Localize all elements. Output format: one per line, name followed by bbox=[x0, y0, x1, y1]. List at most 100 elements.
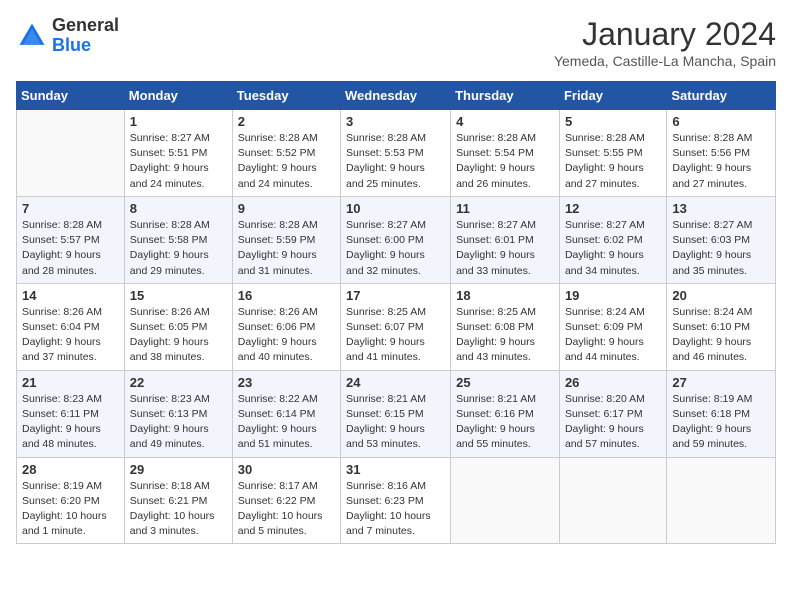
weekday-header-saturday: Saturday bbox=[667, 82, 776, 110]
day-number: 31 bbox=[346, 462, 445, 477]
calendar-cell bbox=[559, 457, 666, 544]
day-info: Sunrise: 8:22 AMSunset: 6:14 PMDaylight:… bbox=[238, 392, 335, 453]
logo-icon bbox=[16, 20, 48, 52]
day-info: Sunrise: 8:24 AMSunset: 6:09 PMDaylight:… bbox=[565, 305, 661, 366]
day-info: Sunrise: 8:17 AMSunset: 6:22 PMDaylight:… bbox=[238, 479, 335, 540]
week-row-1: 1 Sunrise: 8:27 AMSunset: 5:51 PMDaylight… bbox=[17, 110, 776, 197]
day-number: 11 bbox=[456, 201, 554, 216]
day-number: 15 bbox=[130, 288, 227, 303]
day-number: 28 bbox=[22, 462, 119, 477]
day-number: 12 bbox=[565, 201, 661, 216]
calendar-cell: 16 Sunrise: 8:26 AMSunset: 6:06 PMDayligh… bbox=[232, 283, 340, 370]
calendar-cell: 12Sunrise: 8:27 AMSunset: 6:02 PMDayligh… bbox=[559, 196, 666, 283]
week-row-5: 28 Sunrise: 8:19 AMSunset: 6:20 PMDayligh… bbox=[17, 457, 776, 544]
day-number: 25 bbox=[456, 375, 554, 390]
day-info: Sunrise: 8:28 AMSunset: 5:56 PMDaylight:… bbox=[672, 131, 770, 192]
day-info: Sunrise: 8:28 AMSunset: 5:54 PMDaylight:… bbox=[456, 131, 554, 192]
day-info: Sunrise: 8:21 AMSunset: 6:16 PMDaylight:… bbox=[456, 392, 554, 453]
day-info: Sunrise: 8:18 AMSunset: 6:21 PMDaylight:… bbox=[130, 479, 227, 540]
day-info: Sunrise: 8:27 AMSunset: 6:00 PMDaylight:… bbox=[346, 218, 445, 279]
calendar-cell: 10 Sunrise: 8:27 AMSunset: 6:00 PMDayligh… bbox=[341, 196, 451, 283]
day-info: Sunrise: 8:28 AMSunset: 5:58 PMDaylight:… bbox=[130, 218, 227, 279]
calendar-cell: 11Sunrise: 8:27 AMSunset: 6:01 PMDayligh… bbox=[451, 196, 560, 283]
weekday-header-tuesday: Tuesday bbox=[232, 82, 340, 110]
weekday-header-friday: Friday bbox=[559, 82, 666, 110]
week-row-2: 7Sunrise: 8:28 AMSunset: 5:57 PMDaylight… bbox=[17, 196, 776, 283]
day-number: 16 bbox=[238, 288, 335, 303]
calendar-cell: 22 Sunrise: 8:23 AMSunset: 6:13 PMDayligh… bbox=[124, 370, 232, 457]
calendar-cell: 23 Sunrise: 8:22 AMSunset: 6:14 PMDayligh… bbox=[232, 370, 340, 457]
day-info: Sunrise: 8:16 AMSunset: 6:23 PMDaylight:… bbox=[346, 479, 445, 540]
day-info: Sunrise: 8:28 AMSunset: 5:53 PMDaylight:… bbox=[346, 131, 445, 192]
calendar-cell: 5Sunrise: 8:28 AMSunset: 5:55 PMDaylight… bbox=[559, 110, 666, 197]
day-number: 19 bbox=[565, 288, 661, 303]
calendar-cell: 25 Sunrise: 8:21 AMSunset: 6:16 PMDayligh… bbox=[451, 370, 560, 457]
day-number: 9 bbox=[238, 201, 335, 216]
day-number: 10 bbox=[346, 201, 445, 216]
calendar-cell: 21Sunrise: 8:23 AMSunset: 6:11 PMDayligh… bbox=[17, 370, 125, 457]
logo-blue-text: Blue bbox=[52, 35, 91, 55]
calendar-cell: 18 Sunrise: 8:25 AMSunset: 6:08 PMDayligh… bbox=[451, 283, 560, 370]
calendar-cell: 3 Sunrise: 8:28 AMSunset: 5:53 PMDaylight… bbox=[341, 110, 451, 197]
day-info: Sunrise: 8:25 AMSunset: 6:07 PMDaylight:… bbox=[346, 305, 445, 366]
calendar-cell bbox=[667, 457, 776, 544]
day-info: Sunrise: 8:21 AMSunset: 6:15 PMDaylight:… bbox=[346, 392, 445, 453]
calendar-subtitle: Yemeda, Castille-La Mancha, Spain bbox=[554, 53, 776, 69]
day-number: 26 bbox=[565, 375, 661, 390]
weekday-header-sunday: Sunday bbox=[17, 82, 125, 110]
day-number: 30 bbox=[238, 462, 335, 477]
day-info: Sunrise: 8:28 AMSunset: 5:52 PMDaylight:… bbox=[238, 131, 335, 192]
calendar-cell: 20 Sunrise: 8:24 AMSunset: 6:10 PMDayligh… bbox=[667, 283, 776, 370]
calendar-cell: 27Sunrise: 8:19 AMSunset: 6:18 PMDayligh… bbox=[667, 370, 776, 457]
day-number: 29 bbox=[130, 462, 227, 477]
day-number: 13 bbox=[672, 201, 770, 216]
day-info: Sunrise: 8:24 AMSunset: 6:10 PMDaylight:… bbox=[672, 305, 770, 366]
calendar-cell bbox=[17, 110, 125, 197]
calendar-cell: 26 Sunrise: 8:20 AMSunset: 6:17 PMDayligh… bbox=[559, 370, 666, 457]
weekday-header-thursday: Thursday bbox=[451, 82, 560, 110]
calendar-cell: 4Sunrise: 8:28 AMSunset: 5:54 PMDaylight… bbox=[451, 110, 560, 197]
day-number: 17 bbox=[346, 288, 445, 303]
logo: General Blue bbox=[16, 16, 119, 56]
day-number: 6 bbox=[672, 114, 770, 129]
calendar-cell: 19 Sunrise: 8:24 AMSunset: 6:09 PMDayligh… bbox=[559, 283, 666, 370]
day-number: 1 bbox=[130, 114, 227, 129]
calendar-cell: 28 Sunrise: 8:19 AMSunset: 6:20 PMDayligh… bbox=[17, 457, 125, 544]
day-number: 21 bbox=[22, 375, 119, 390]
calendar-cell: 13 Sunrise: 8:27 AMSunset: 6:03 PMDayligh… bbox=[667, 196, 776, 283]
day-info: Sunrise: 8:26 AMSunset: 6:06 PMDaylight:… bbox=[238, 305, 335, 366]
calendar-cell: 6 Sunrise: 8:28 AMSunset: 5:56 PMDaylight… bbox=[667, 110, 776, 197]
calendar-table: SundayMondayTuesdayWednesdayThursdayFrid… bbox=[16, 81, 776, 544]
day-info: Sunrise: 8:27 AMSunset: 5:51 PMDaylight:… bbox=[130, 131, 227, 192]
day-number: 2 bbox=[238, 114, 335, 129]
day-number: 23 bbox=[238, 375, 335, 390]
calendar-cell: 24 Sunrise: 8:21 AMSunset: 6:15 PMDayligh… bbox=[341, 370, 451, 457]
calendar-cell: 14 Sunrise: 8:26 AMSunset: 6:04 PMDayligh… bbox=[17, 283, 125, 370]
calendar-cell: 7Sunrise: 8:28 AMSunset: 5:57 PMDaylight… bbox=[17, 196, 125, 283]
day-number: 24 bbox=[346, 375, 445, 390]
day-info: Sunrise: 8:19 AMSunset: 6:18 PMDaylight:… bbox=[672, 392, 770, 453]
day-number: 14 bbox=[22, 288, 119, 303]
day-info: Sunrise: 8:23 AMSunset: 6:13 PMDaylight:… bbox=[130, 392, 227, 453]
day-number: 3 bbox=[346, 114, 445, 129]
day-info: Sunrise: 8:28 AMSunset: 5:59 PMDaylight:… bbox=[238, 218, 335, 279]
weekday-header-row: SundayMondayTuesdayWednesdayThursdayFrid… bbox=[17, 82, 776, 110]
calendar-cell: 17 Sunrise: 8:25 AMSunset: 6:07 PMDayligh… bbox=[341, 283, 451, 370]
day-info: Sunrise: 8:27 AMSunset: 6:03 PMDaylight:… bbox=[672, 218, 770, 279]
day-number: 22 bbox=[130, 375, 227, 390]
day-info: Sunrise: 8:25 AMSunset: 6:08 PMDaylight:… bbox=[456, 305, 554, 366]
day-number: 20 bbox=[672, 288, 770, 303]
day-number: 18 bbox=[456, 288, 554, 303]
calendar-cell: 2 Sunrise: 8:28 AMSunset: 5:52 PMDaylight… bbox=[232, 110, 340, 197]
day-info: Sunrise: 8:26 AMSunset: 6:04 PMDaylight:… bbox=[22, 305, 119, 366]
day-info: Sunrise: 8:28 AMSunset: 5:55 PMDaylight:… bbox=[565, 131, 661, 192]
calendar-cell: 31 Sunrise: 8:16 AMSunset: 6:23 PMDayligh… bbox=[341, 457, 451, 544]
calendar-cell: 29 Sunrise: 8:18 AMSunset: 6:21 PMDayligh… bbox=[124, 457, 232, 544]
week-row-4: 21Sunrise: 8:23 AMSunset: 6:11 PMDayligh… bbox=[17, 370, 776, 457]
week-row-3: 14 Sunrise: 8:26 AMSunset: 6:04 PMDayligh… bbox=[17, 283, 776, 370]
page-header: General Blue January 2024 Yemeda, Castil… bbox=[16, 16, 776, 69]
calendar-cell: 15Sunrise: 8:26 AMSunset: 6:05 PMDayligh… bbox=[124, 283, 232, 370]
day-info: Sunrise: 8:19 AMSunset: 6:20 PMDaylight:… bbox=[22, 479, 119, 540]
calendar-cell: 30 Sunrise: 8:17 AMSunset: 6:22 PMDayligh… bbox=[232, 457, 340, 544]
day-info: Sunrise: 8:20 AMSunset: 6:17 PMDaylight:… bbox=[565, 392, 661, 453]
